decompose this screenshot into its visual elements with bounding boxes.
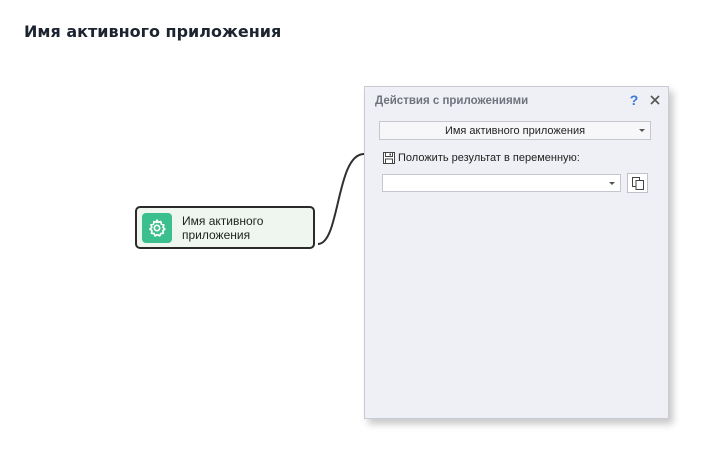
result-label: Положить результат в переменную: <box>398 152 580 164</box>
action-node[interactable]: Имя активного приложения <box>135 206 315 249</box>
close-button[interactable] <box>648 93 662 107</box>
help-button[interactable]: ? <box>626 92 642 108</box>
chevron-down-icon[interactable] <box>609 182 615 185</box>
close-icon <box>650 95 660 105</box>
copy-button[interactable] <box>627 173 648 193</box>
chevron-down-icon <box>639 129 645 132</box>
panel-header: Действия с приложениями ? <box>365 87 668 113</box>
gear-icon <box>142 212 172 243</box>
app-actions-panel: Действия с приложениями ? Имя активного … <box>364 86 669 419</box>
panel-title: Действия с приложениями <box>375 95 529 107</box>
node-label: Имя активного приложения <box>182 213 264 242</box>
save-icon <box>383 152 395 164</box>
page-title: Имя активного приложения <box>24 22 282 41</box>
result-row: Положить результат в переменную: <box>383 151 580 165</box>
result-variable-input[interactable] <box>382 174 621 192</box>
action-select[interactable]: Имя активного приложения <box>379 121 651 140</box>
copy-icon <box>631 176 644 190</box>
action-select-value: Имя активного приложения <box>444 124 586 137</box>
